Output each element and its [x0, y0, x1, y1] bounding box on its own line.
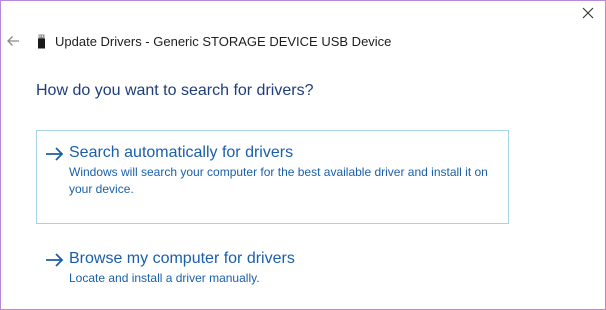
option-title: Browse my computer for drivers [69, 250, 295, 267]
usb-device-icon [38, 34, 45, 49]
option-title: Search automatically for drivers [69, 144, 294, 161]
right-arrow-icon [46, 147, 64, 161]
back-button[interactable] [4, 32, 22, 50]
option-description: Locate and install a driver manually. [69, 271, 260, 285]
close-icon [582, 7, 594, 19]
search-automatically-option[interactable]: Search automatically for drivers Windows… [36, 130, 509, 224]
browse-computer-option[interactable]: Browse my computer for drivers Locate an… [36, 236, 509, 291]
back-arrow-icon [7, 36, 19, 46]
option-description: Windows will search your computer for th… [69, 165, 488, 196]
update-drivers-dialog: Update Drivers - Generic STORAGE DEVICE … [0, 0, 606, 310]
window-title: Update Drivers - Generic STORAGE DEVICE … [55, 34, 392, 49]
right-arrow-icon [46, 253, 64, 267]
close-button[interactable] [577, 3, 599, 23]
page-heading: How do you want to search for drivers? [36, 82, 314, 99]
